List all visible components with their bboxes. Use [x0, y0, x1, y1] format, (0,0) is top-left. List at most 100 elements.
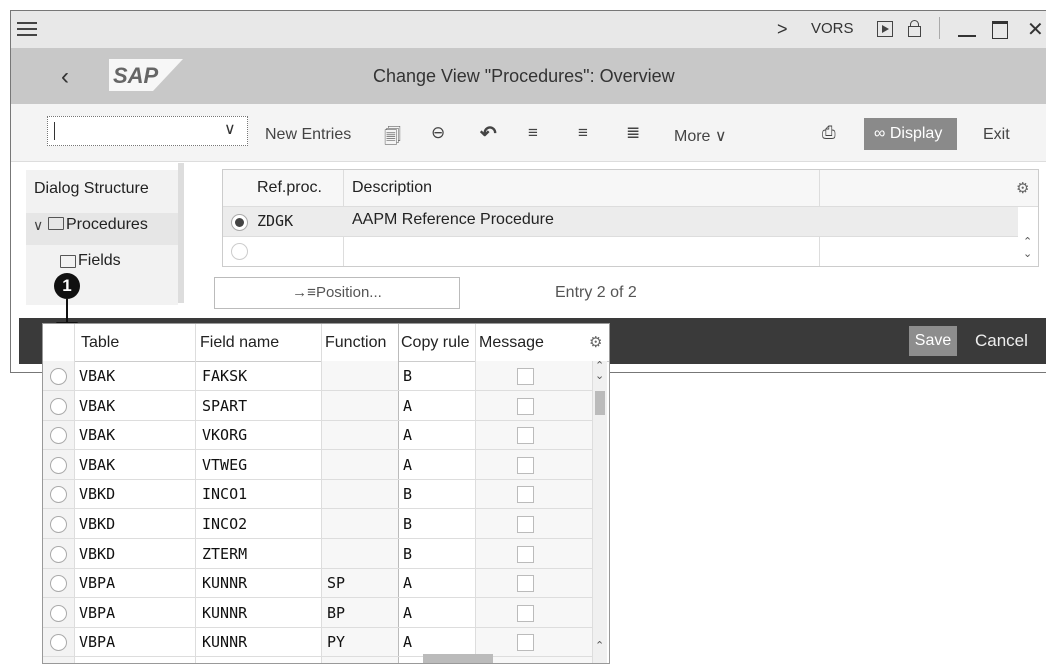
- table-row[interactable]: VBKD INCO1 B: [43, 479, 593, 510]
- copy-rule-input[interactable]: B: [403, 515, 412, 533]
- exit-button[interactable]: Exit: [983, 126, 1010, 144]
- row-selector-radio[interactable]: [50, 545, 67, 563]
- table-row[interactable]: VBPA KUNNR SP A: [43, 568, 593, 599]
- row-selector-radio[interactable]: [50, 486, 67, 504]
- message-checkbox[interactable]: [517, 456, 534, 474]
- table-row[interactable]: VBAK VTWEG A: [43, 450, 593, 480]
- minimize-icon[interactable]: [958, 35, 976, 37]
- cell-table: VBPA: [79, 603, 116, 622]
- copy-rule-input[interactable]: A: [403, 574, 412, 592]
- copy-rule-input[interactable]: A: [403, 397, 412, 415]
- row-selector-radio[interactable]: [50, 368, 67, 385]
- message-checkbox[interactable]: [517, 575, 534, 593]
- table-row[interactable]: VBPA KUNNR PY A: [43, 627, 593, 658]
- scroll-down-icon[interactable]: ⌄: [595, 369, 604, 382]
- cell-field-name: VKORG: [202, 426, 248, 445]
- callout-marker: 1: [54, 273, 80, 299]
- row-selector-radio[interactable]: [50, 456, 67, 474]
- vertical-scrollbar[interactable]: ⌃ ⌄: [1020, 207, 1036, 266]
- position-button[interactable]: →≡Position...: [214, 277, 460, 309]
- column-header-field-name[interactable]: Field name: [200, 334, 279, 352]
- select-block-icon[interactable]: ≣: [626, 123, 640, 143]
- table-settings-icon[interactable]: ⚙: [589, 333, 602, 351]
- copy-rule-input[interactable]: A: [403, 633, 412, 651]
- command-field[interactable]: ∨: [47, 116, 248, 146]
- open-folder-icon: [48, 217, 64, 230]
- row-selector-radio[interactable]: [50, 427, 67, 445]
- cell-field-name: ZTERM: [202, 544, 248, 563]
- chevron-down-icon[interactable]: ∨: [224, 119, 236, 139]
- panel-splitter[interactable]: [178, 163, 184, 303]
- cell-function: PY: [327, 633, 346, 652]
- message-checkbox[interactable]: [517, 604, 534, 622]
- tree-item-procedures[interactable]: ∨ Procedures: [26, 213, 178, 245]
- copy-rule-input[interactable]: A: [403, 426, 412, 444]
- table-settings-icon[interactable]: ⚙: [1016, 179, 1029, 197]
- table-row[interactable]: VBPA KUNNR BP A: [43, 598, 593, 628]
- table-row[interactable]: VBAK SPART A: [43, 391, 593, 421]
- message-checkbox[interactable]: [517, 486, 534, 504]
- cell-function: SP: [327, 574, 346, 593]
- column-header-message[interactable]: Message: [479, 334, 544, 352]
- row-selector-radio[interactable]: [50, 516, 67, 533]
- message-checkbox[interactable]: [517, 634, 534, 652]
- save-button[interactable]: Save: [909, 326, 957, 356]
- delete-icon[interactable]: ⊖: [431, 123, 445, 143]
- scrollbar-thumb[interactable]: [595, 391, 605, 415]
- column-header-copy-rule[interactable]: Copy rule: [401, 334, 469, 352]
- hamburger-icon[interactable]: [17, 20, 37, 38]
- cell-field-name: SPART: [202, 396, 248, 415]
- cancel-button[interactable]: Cancel: [975, 331, 1028, 351]
- table-row[interactable]: [223, 237, 1018, 266]
- copy-rule-input[interactable]: A: [403, 456, 412, 474]
- copy-rule-input[interactable]: B: [403, 485, 412, 503]
- message-checkbox[interactable]: [517, 368, 534, 385]
- table-row[interactable]: VBKD INCO2 B: [43, 509, 593, 539]
- message-checkbox[interactable]: [517, 516, 534, 533]
- back-icon[interactable]: ‹: [61, 63, 69, 91]
- copy-as-icon[interactable]: 🗐: [384, 124, 401, 153]
- message-checkbox[interactable]: [517, 397, 534, 415]
- select-all-icon[interactable]: ≡: [528, 123, 538, 143]
- column-header-ref-proc[interactable]: Ref.proc.: [257, 179, 322, 197]
- row-selector-radio[interactable]: [231, 214, 248, 231]
- table-header: Table Field name Function Copy rule Mess…: [43, 324, 609, 362]
- unlock-icon[interactable]: [908, 20, 921, 37]
- copy-rule-input[interactable]: A: [403, 604, 412, 622]
- close-icon[interactable]: ✕: [1027, 17, 1044, 42]
- undo-icon[interactable]: ↶: [480, 121, 497, 146]
- row-selector-radio[interactable]: [50, 397, 67, 415]
- table-row[interactable]: VBKD ZTERM B: [43, 539, 593, 569]
- column-header-table[interactable]: Table: [81, 334, 119, 352]
- message-checkbox[interactable]: [517, 545, 534, 563]
- cell-table: VBPA: [79, 574, 116, 593]
- column-header-function[interactable]: Function: [325, 334, 386, 352]
- maximize-icon[interactable]: [992, 21, 1008, 39]
- row-selector-radio[interactable]: [50, 575, 67, 593]
- play-icon[interactable]: [877, 21, 893, 37]
- chevron-down-icon[interactable]: ∨: [33, 217, 43, 234]
- print-icon[interactable]: ⎙: [822, 123, 836, 143]
- cell-table: VBPA: [79, 633, 116, 652]
- copy-rule-input[interactable]: B: [403, 367, 412, 385]
- message-checkbox[interactable]: [517, 427, 534, 445]
- more-menu-button[interactable]: More ∨: [674, 126, 727, 146]
- column-header-description[interactable]: Description: [352, 179, 432, 197]
- page-title: Change View "Procedures": Overview: [373, 66, 675, 86]
- scroll-up-icon[interactable]: ⌃: [595, 639, 604, 652]
- table-row[interactable]: ZDGK AAPM Reference Procedure: [223, 207, 1018, 236]
- table-row[interactable]: VBAK FAKSK B: [43, 361, 593, 391]
- row-selector-radio[interactable]: [231, 243, 248, 260]
- row-selector-radio[interactable]: [50, 634, 67, 652]
- deselect-all-icon[interactable]: ≡: [578, 123, 588, 143]
- table-row[interactable]: VBAK VKORG A: [43, 420, 593, 451]
- cell-table: VBKD: [79, 485, 116, 504]
- vertical-scrollbar[interactable]: ⌃ ⌄ ⌃: [592, 360, 607, 663]
- display-button[interactable]: ∞ Display: [864, 118, 957, 150]
- row-selector-radio[interactable]: [50, 604, 67, 622]
- copy-rule-input[interactable]: B: [403, 545, 412, 563]
- new-entries-button[interactable]: New Entries: [265, 126, 351, 144]
- chevron-right-icon[interactable]: >: [777, 19, 788, 40]
- scroll-down-icon[interactable]: ⌄: [1023, 247, 1032, 260]
- application-toolbar: ∨ New Entries 🗐 ⊖ ↶ ≡ ≡ ≣ More ∨ ⎙ ∞ Dis…: [11, 104, 1046, 162]
